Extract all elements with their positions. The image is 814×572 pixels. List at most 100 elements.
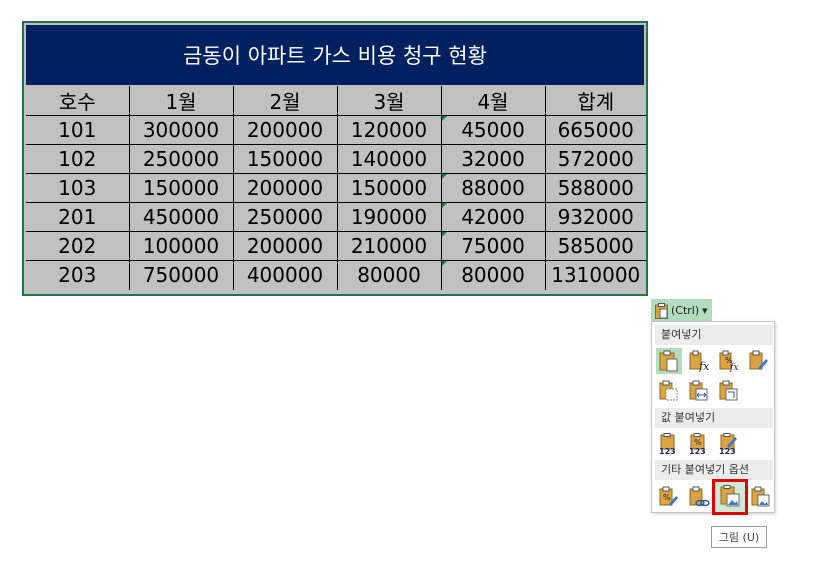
svg-text:123: 123 [659,447,676,455]
link-icon [689,486,710,507]
table-cell[interactable]: 588000 [544,173,646,203]
error-indicator [441,261,447,266]
table-cell[interactable]: 750000 [128,260,234,290]
no-borders-button[interactable] [656,378,682,404]
paste-button[interactable] [656,348,682,374]
clipboard-icon [655,302,668,319]
table-cell[interactable]: 665000 [544,115,646,145]
error-indicator [441,232,447,237]
transpose-button[interactable] [716,378,742,404]
table-cell[interactable]: 250000 [128,144,234,174]
table-cell[interactable]: 102 [26,144,130,174]
table-cell[interactable]: 80000 [440,260,546,290]
section-paste-label: 붙여넣기 [655,325,773,345]
svg-text:%: % [663,493,671,502]
table-cell[interactable]: 100000 [128,231,234,261]
picture-icon [720,485,740,507]
table-cell[interactable]: 202 [26,231,130,261]
table-cell[interactable]: 140000 [336,144,442,174]
paste-formulas-number-format-button[interactable]: % fx [716,348,742,374]
transpose-icon [719,380,738,401]
table-cell[interactable]: 150000 [336,173,442,203]
svg-text:fx: fx [729,363,738,372]
section-other-label: 기타 붙여넣기 옵션 [655,460,773,480]
percent-formula-icon: %fx [719,350,738,372]
paste-values-source-formatting-button[interactable]: 123 [716,431,742,457]
table-cell[interactable]: 80000 [336,260,442,290]
paste-link-button[interactable] [686,484,712,510]
formatting-button[interactable]: % [656,484,682,510]
table-cell[interactable]: 42000 [440,202,546,232]
svg-text:%: % [694,438,702,447]
table-cell[interactable]: 400000 [232,260,338,290]
column-width-icon [689,380,708,401]
table-cell[interactable]: 585000 [544,231,646,261]
table-cell[interactable]: 32000 [440,144,546,174]
table-cell[interactable]: 101 [26,115,130,145]
table-cell[interactable]: 75000 [440,231,546,261]
header-cell[interactable]: 1월 [128,86,234,116]
format-brush-icon: % [659,486,678,506]
table-row: 203 750000 400000 80000 80000 1310000 [26,260,646,290]
paste-formulas-button[interactable]: fx [686,348,712,374]
table-cell[interactable]: 200000 [232,115,338,145]
table-row: 103 150000 200000 150000 88000 588000 [26,173,646,203]
svg-text:fx: fx [698,360,710,372]
table-cell[interactable]: 203 [26,260,130,290]
paste-picture-button[interactable] [712,479,748,515]
values-brush-icon: 123 [719,433,737,455]
table-cell[interactable]: 210000 [336,231,442,261]
error-indicator [441,116,447,121]
table-cell[interactable]: 45000 [440,115,546,145]
table-cell[interactable]: 200000 [232,231,338,261]
header-cell[interactable]: 호수 [26,86,130,116]
table-row: 201 450000 250000 190000 42000 932000 [26,202,646,232]
table-cell[interactable]: 450000 [128,202,234,232]
values-percent-icon: %123 [689,433,706,455]
table-cell[interactable]: 932000 [544,202,646,232]
table-cell[interactable]: 250000 [232,202,338,232]
table-cell[interactable]: 103 [26,173,130,203]
formula-icon: fx [689,350,710,372]
pasted-table[interactable]: 금동이 아파트 가스 비용 청구 현황 호수 1월 2월 3월 4월 합계 10… [22,21,648,296]
values-123-icon: 123 [659,433,676,455]
paste-values-button[interactable]: 123 [656,431,682,457]
table-cell[interactable]: 200000 [232,173,338,203]
table-row: 101 300000 200000 120000 45000 665000 [26,115,646,145]
svg-text:123: 123 [689,447,706,455]
paste-icon [659,350,678,372]
table-cell[interactable]: 150000 [232,144,338,174]
error-indicator [441,174,447,179]
ctrl-label: (Ctrl) [671,304,700,317]
header-row: 호수 1월 2월 3월 4월 합계 [26,86,646,116]
table-cell[interactable]: 572000 [544,144,646,174]
brush-paste-icon [749,350,768,370]
table-cell[interactable]: 300000 [128,115,234,145]
table-cell[interactable]: 201 [26,202,130,232]
svg-text:123: 123 [719,447,736,455]
error-indicator [441,203,447,208]
paste-options-menu: 붙여넣기 fx % fx 값 붙여넣기 123 % 123 123 기타 붙여넣기 … [651,321,775,515]
table-cell[interactable]: 120000 [336,115,442,145]
data-grid: 호수 1월 2월 3월 4월 합계 101 300000 200000 1200… [26,86,646,290]
table-cell[interactable]: 190000 [336,202,442,232]
table-cell[interactable]: 1310000 [544,260,646,290]
chevron-down-icon: ▼ [702,306,708,315]
linked-picture-icon [751,486,770,507]
linked-picture-button[interactable] [748,484,774,510]
header-cell[interactable]: 합계 [544,86,646,116]
header-cell[interactable]: 3월 [336,86,442,116]
tooltip: 그림 (U) [711,526,767,548]
keep-column-widths-button[interactable] [686,378,712,404]
keep-source-formatting-button[interactable] [746,348,772,374]
table-row: 202 100000 200000 210000 75000 585000 [26,231,646,261]
table-row: 102 250000 150000 140000 32000 572000 [26,144,646,174]
paste-values-number-format-button[interactable]: % 123 [686,431,712,457]
table-cell[interactable]: 150000 [128,173,234,203]
no-borders-icon [659,380,678,401]
table-cell[interactable]: 88000 [440,173,546,203]
header-cell[interactable]: 4월 [440,86,546,116]
paste-options-button[interactable]: (Ctrl) ▼ [651,299,712,322]
section-paste-values-label: 값 붙여넣기 [655,408,773,428]
header-cell[interactable]: 2월 [232,86,338,116]
